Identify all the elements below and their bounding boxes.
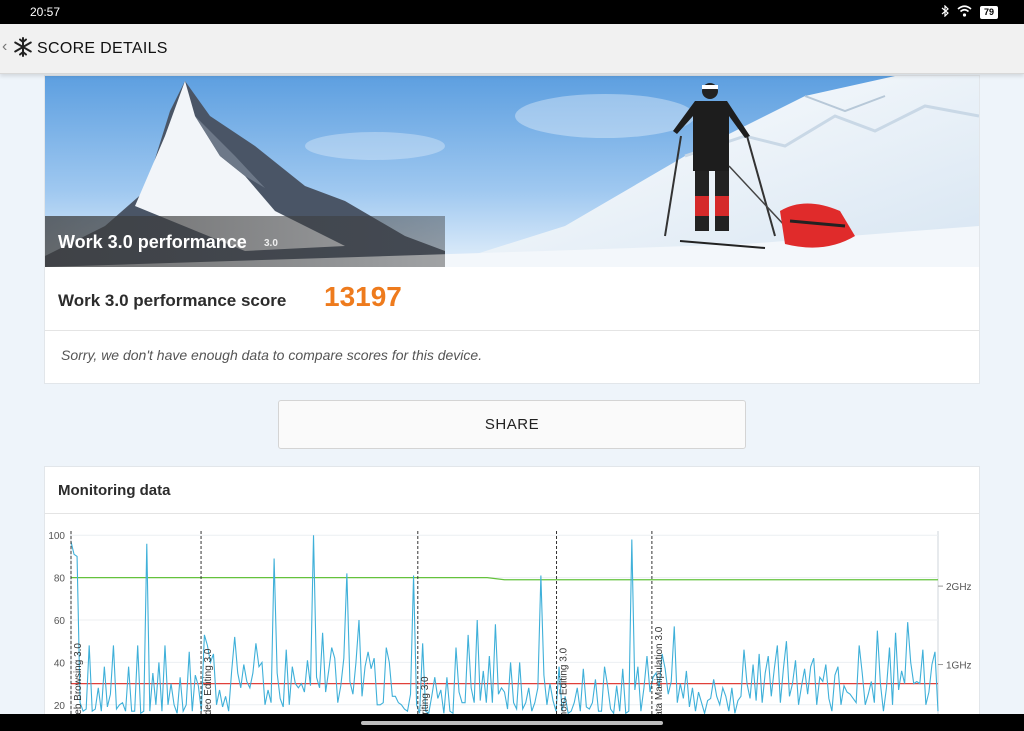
wifi-icon: [957, 5, 972, 20]
right-tick-label: 1GHz: [946, 661, 972, 672]
segment-label: Web Browsing 3.0: [73, 643, 84, 724]
back-icon[interactable]: ‹: [2, 38, 7, 56]
segment-label: Video Editing 3.0: [203, 648, 214, 724]
toolbar: ‹ SCORE DETAILS: [0, 24, 1024, 74]
battery-icon: 79: [979, 6, 998, 19]
monitoring-chart: 100 80 60 40 20 2GHz 1GHz Web Browsing 3.0 Video…: [48, 531, 972, 726]
bluetooth-icon: [941, 4, 949, 20]
page-title: SCORE DETAILS: [37, 40, 168, 57]
segment-label: Photo Editing 3.0: [559, 647, 570, 724]
status-icons: 79: [941, 4, 998, 20]
monitoring-header: Monitoring data: [45, 467, 979, 514]
score-label: Work 3.0 performance score: [58, 291, 287, 310]
y-tick-label: 60: [54, 616, 66, 627]
status-time: 20:57: [30, 5, 61, 19]
segment-label: Data Manipulation 3.0: [654, 626, 665, 724]
benchmark-title: Work 3.0 performance: [58, 232, 247, 252]
monitoring-title: Monitoring data: [58, 482, 171, 499]
share-button[interactable]: SHARE: [278, 400, 746, 449]
benchmark-version: 3.0: [264, 238, 278, 249]
right-tick-label: 2GHz: [946, 582, 972, 593]
navigation-bar: [0, 714, 1024, 731]
home-gesture-handle[interactable]: [361, 721, 663, 725]
status-bar: 20:57 79: [0, 0, 1024, 24]
compare-message: Sorry, we don't have enough data to comp…: [61, 347, 483, 363]
score-value: 13197: [324, 281, 402, 312]
monitoring-card: Monitoring data 100 80 60 40 20 2GHz 1GHz Web B…: [44, 466, 980, 726]
y-tick-label: 20: [54, 701, 66, 712]
y-tick-label: 40: [54, 658, 66, 669]
score-row: Work 3.0 performance score 13197: [45, 267, 979, 331]
y-tick-label: 80: [54, 574, 66, 585]
score-card: Work 3.0 performance 3.0 Work 3.0 perfor…: [44, 75, 980, 384]
y-tick-label: 100: [48, 531, 65, 542]
snowflake-logo-icon[interactable]: [12, 36, 34, 58]
